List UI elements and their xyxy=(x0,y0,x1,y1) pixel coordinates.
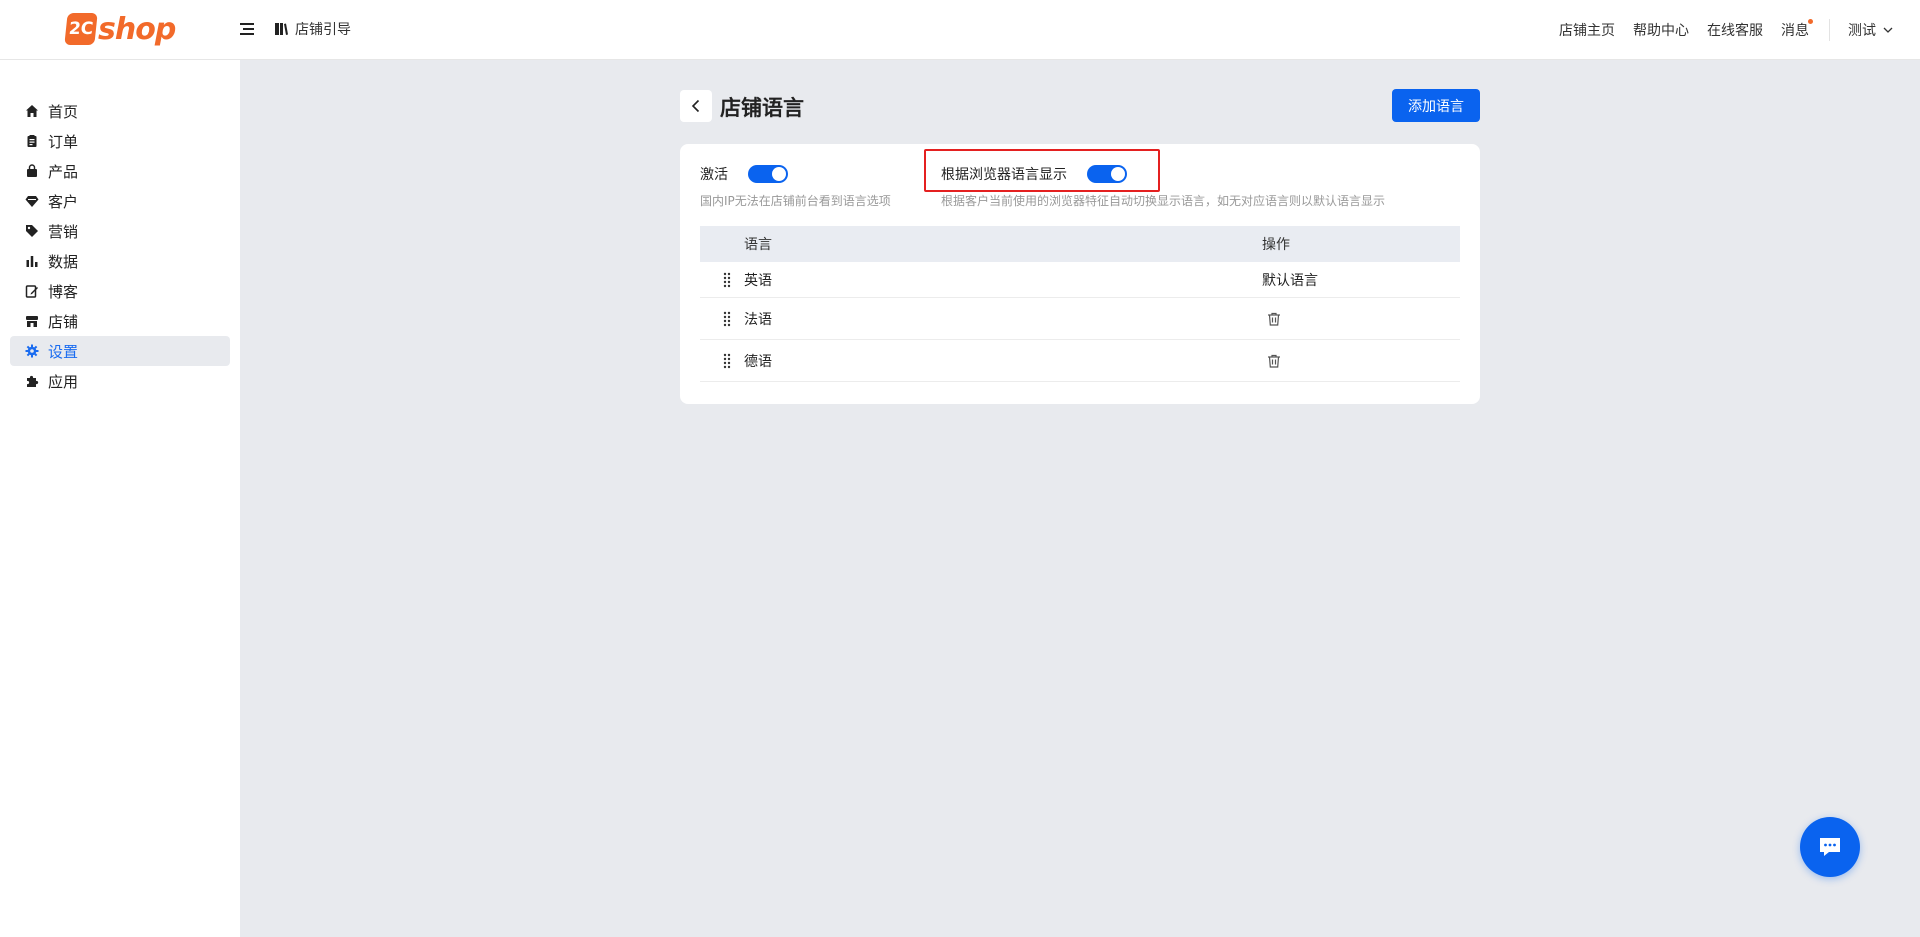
table-row: 英语 默认语言 xyxy=(700,262,1460,298)
header-divider xyxy=(1829,19,1830,41)
puzzle-icon xyxy=(25,374,39,388)
language-name: 德语 xyxy=(744,353,772,370)
language-table: 语言 操作 英语 默认语言 法语 德语 xyxy=(700,226,1460,382)
help-center-link[interactable]: 帮助中心 xyxy=(1633,20,1689,40)
add-language-button[interactable]: 添加语言 xyxy=(1392,89,1480,122)
language-name-cell: 英语 xyxy=(700,270,1262,290)
sidebar-item-label: 营销 xyxy=(48,222,79,241)
highlight-box xyxy=(924,149,1160,192)
sidebar-item-label: 店铺 xyxy=(48,312,79,331)
browser-language-hint: 根据客户当前使用的浏览器特征自动切换显示语言，如无对应语言则以默认语言显示 xyxy=(941,194,1386,208)
sidebar-item-data[interactable]: 数据 xyxy=(10,246,230,276)
language-name-cell: 德语 xyxy=(700,351,1262,371)
sidebar-item-label: 订单 xyxy=(48,132,79,151)
home-icon xyxy=(25,104,39,118)
language-name: 英语 xyxy=(744,272,772,289)
messages-link[interactable]: 消息 xyxy=(1781,19,1813,40)
trash-icon[interactable] xyxy=(1266,311,1282,327)
store-guide-label: 店铺引导 xyxy=(295,22,351,38)
unread-dot xyxy=(1808,19,1813,24)
activate-setting: 激活 xyxy=(700,164,788,184)
sidebar-item-customers[interactable]: 客户 xyxy=(10,186,230,216)
sidebar-item-products[interactable]: 产品 xyxy=(10,156,230,186)
sidebar-item-orders[interactable]: 订单 xyxy=(10,126,230,156)
table-row: 法语 xyxy=(700,298,1460,340)
sidebar-item-apps[interactable]: 应用 xyxy=(10,366,230,396)
sidebar-item-label: 客户 xyxy=(48,192,79,211)
gear-icon xyxy=(25,344,39,358)
menu-toggle-icon[interactable] xyxy=(238,20,256,38)
header-links: 店铺主页 帮助中心 在线客服 消息 测试 xyxy=(1541,0,1894,60)
clipboard-icon xyxy=(25,134,39,148)
page-title: 店铺语言 xyxy=(720,96,804,120)
table-header: 语言 操作 xyxy=(700,226,1460,262)
user-name: 测试 xyxy=(1848,23,1876,39)
sidebar-item-blog[interactable]: 博客 xyxy=(10,276,230,306)
sidebar-item-marketing[interactable]: 营销 xyxy=(10,216,230,246)
language-name-cell: 法语 xyxy=(700,309,1262,329)
toggle-knob xyxy=(772,167,786,181)
column-actions: 操作 xyxy=(1262,237,1290,253)
drag-handle-icon[interactable] xyxy=(723,353,731,369)
table-row: 德语 xyxy=(700,340,1460,382)
activate-toggle[interactable] xyxy=(748,165,788,183)
page-header: 店铺语言 添加语言 xyxy=(680,88,1480,124)
actions-cell xyxy=(1262,353,1460,369)
sidebar-item-label: 产品 xyxy=(48,162,79,181)
bag-icon xyxy=(25,164,39,178)
column-language: 语言 xyxy=(744,237,772,253)
back-button[interactable] xyxy=(680,90,712,122)
store-guide-link[interactable]: 店铺引导 xyxy=(273,19,351,39)
diamond-icon xyxy=(25,194,39,208)
default-language-badge: 默认语言 xyxy=(1262,272,1318,289)
logo[interactable]: 2C shop xyxy=(64,8,176,50)
drag-handle-icon[interactable] xyxy=(723,272,731,288)
book-icon xyxy=(275,23,288,35)
online-service-link[interactable]: 在线客服 xyxy=(1707,20,1763,40)
language-name: 法语 xyxy=(744,311,772,328)
messages-label: 消息 xyxy=(1781,23,1809,39)
drag-handle-icon[interactable] xyxy=(723,311,731,327)
activate-label: 激活 xyxy=(700,167,728,183)
trash-icon[interactable] xyxy=(1266,353,1282,369)
sidebar: 首页 订单 产品 客户 营销 数据 博客 店铺 设置 应用 xyxy=(0,60,240,937)
top-header: 2C shop 店铺引导 店铺主页 帮助中心 在线客服 消息 测试 xyxy=(0,0,1920,60)
sidebar-item-label: 博客 xyxy=(48,282,79,301)
sidebar-item-home[interactable]: 首页 xyxy=(10,96,230,126)
logo-text: shop xyxy=(98,11,176,47)
store-home-link[interactable]: 店铺主页 xyxy=(1559,20,1615,40)
tag-icon xyxy=(25,224,39,238)
bar-chart-icon xyxy=(25,254,39,268)
sidebar-item-label: 设置 xyxy=(48,342,79,361)
user-menu[interactable]: 测试 xyxy=(1848,20,1894,40)
store-icon xyxy=(25,314,39,328)
chevron-left-icon xyxy=(691,99,700,113)
chat-button[interactable] xyxy=(1800,817,1860,877)
sidebar-item-store[interactable]: 店铺 xyxy=(10,306,230,336)
chevron-down-icon xyxy=(1883,27,1893,33)
activate-hint: 国内IP无法在店铺前台看到语言选项 xyxy=(700,194,891,208)
sidebar-item-label: 首页 xyxy=(48,102,79,121)
sidebar-item-label: 数据 xyxy=(48,252,79,271)
chat-bubble-icon xyxy=(1820,838,1840,856)
actions-cell xyxy=(1262,311,1460,327)
sidebar-item-settings[interactable]: 设置 xyxy=(10,336,230,366)
logo-mark: 2C xyxy=(64,13,98,45)
edit-icon xyxy=(25,284,39,298)
sidebar-item-label: 应用 xyxy=(48,372,79,391)
